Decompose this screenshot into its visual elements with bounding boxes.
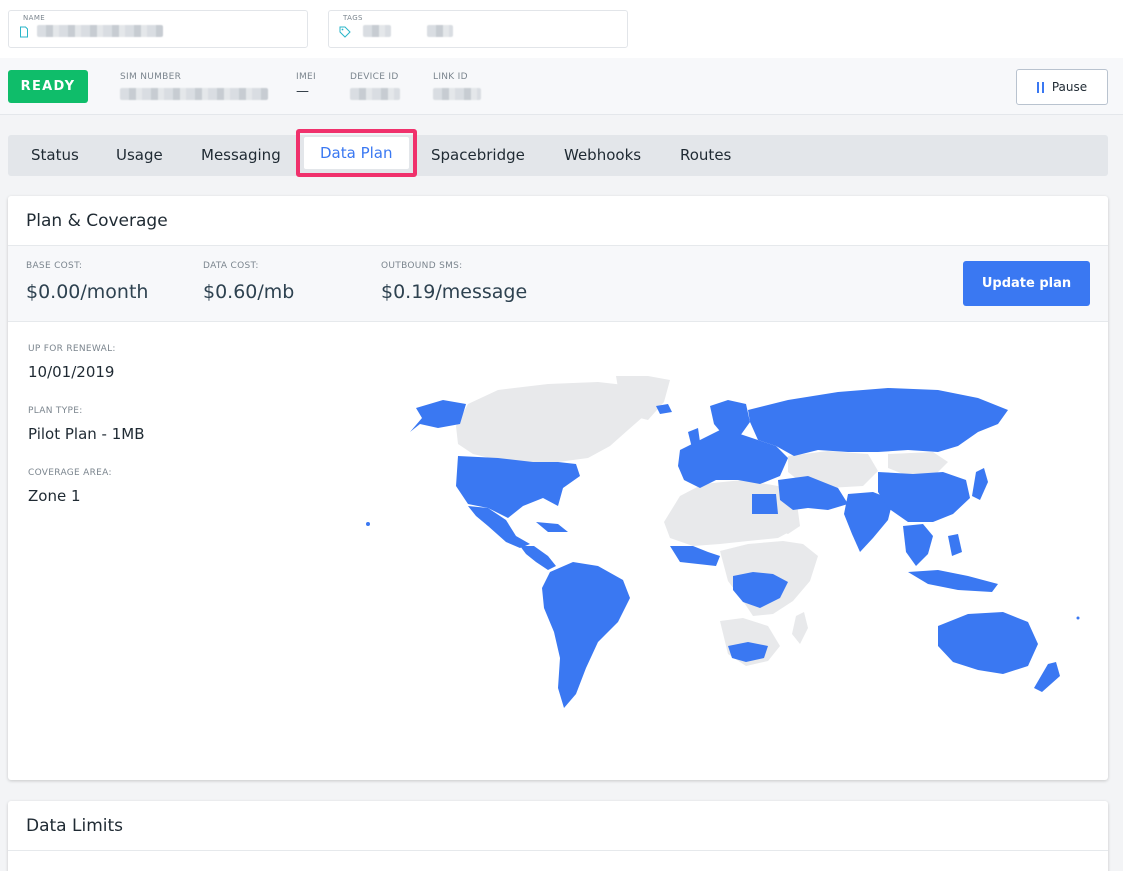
region-west-africa	[670, 546, 720, 566]
region-southeast-asia	[903, 524, 933, 566]
region-china	[878, 472, 970, 522]
coverage-area-label: COVERAGE AREA:	[28, 468, 112, 478]
outbound-sms-value: $0.19/message	[381, 281, 528, 303]
link-id-redacted	[433, 88, 481, 100]
base-cost-label: BASE COST:	[26, 261, 83, 271]
imei: IMEI —	[296, 72, 316, 99]
region-madagascar	[792, 612, 808, 644]
pause-button[interactable]: Pause	[1016, 69, 1108, 105]
outbound-sms-label: OUTBOUND SMS:	[381, 261, 463, 271]
device-status-bar: READY SIM NUMBER IMEI — DEVICE ID LINK I…	[0, 58, 1123, 115]
tab-usage[interactable]: Usage	[116, 135, 163, 176]
region-caribbean-cuba	[536, 522, 568, 532]
region-australia	[938, 612, 1038, 674]
plan-coverage-title: Plan & Coverage	[8, 196, 1108, 246]
region-japan	[972, 468, 988, 500]
region-new-zealand	[1034, 662, 1060, 692]
region-egypt	[752, 494, 778, 514]
name-field-label: NAME	[23, 14, 46, 22]
data-limits-card: Data Limits	[8, 801, 1108, 871]
renewal: UP FOR RENEWAL: 10/01/2019	[28, 344, 116, 381]
data-cost: DATA COST: $0.60/mb	[203, 261, 294, 303]
imei-value: —	[296, 84, 309, 99]
region-russia	[748, 388, 1008, 456]
base-cost: BASE COST: $0.00/month	[26, 261, 148, 303]
link-id: LINK ID	[433, 72, 481, 100]
renewal-value: 10/01/2019	[28, 363, 115, 381]
renewal-label: UP FOR RENEWAL:	[28, 344, 116, 354]
data-limits-title: Data Limits	[8, 801, 1108, 851]
top-fields: NAME TAGS	[0, 0, 1123, 58]
region-south-america	[542, 562, 630, 708]
tab-routes[interactable]: Routes	[680, 135, 731, 176]
device-id-redacted	[350, 88, 400, 100]
sim-number-redacted	[120, 88, 268, 100]
device-icon	[20, 26, 28, 38]
data-cost-value: $0.60/mb	[203, 281, 295, 303]
imei-label: IMEI	[296, 72, 316, 82]
tab-messaging[interactable]: Messaging	[201, 135, 281, 176]
tags-value-redacted	[363, 25, 391, 37]
plan-type: PLAN TYPE: Pilot Plan - 1MB	[28, 406, 145, 443]
sim-number: SIM NUMBER	[120, 72, 268, 100]
tag-icon	[339, 26, 351, 38]
sim-number-label: SIM NUMBER	[120, 72, 182, 82]
tab-data-plan[interactable]: Data Plan	[296, 129, 417, 177]
region-pacific-island	[1076, 616, 1080, 620]
outbound-sms: OUTBOUND SMS: $0.19/message	[381, 261, 527, 303]
tab-spacebridge[interactable]: Spacebridge	[431, 135, 525, 176]
coverage-world-map	[366, 376, 1080, 708]
plan-type-label: PLAN TYPE:	[28, 406, 83, 416]
name-value-redacted	[37, 25, 163, 37]
tags-value-redacted-2	[427, 25, 453, 37]
coverage-area-value: Zone 1	[28, 487, 81, 505]
plan-coverage-card: Plan & Coverage BASE COST: $0.00/month D…	[8, 196, 1108, 780]
tab-status[interactable]: Status	[31, 135, 79, 176]
pause-label: Pause	[1051, 80, 1088, 94]
plan-type-value: Pilot Plan - 1MB	[28, 425, 145, 443]
tab-data-plan-label: Data Plan	[304, 137, 409, 169]
status-badge: READY	[8, 70, 88, 103]
tags-field[interactable]: TAGS	[328, 10, 628, 48]
data-cost-label: DATA COST:	[203, 261, 259, 271]
coverage-area: COVERAGE AREA: Zone 1	[28, 468, 112, 505]
region-scandinavia	[710, 400, 750, 436]
base-cost-value: $0.00/month	[26, 281, 149, 303]
name-field[interactable]: NAME	[8, 10, 308, 48]
tab-bar: Status Usage Messaging Data Plan Spacebr…	[8, 129, 1108, 177]
region-hawaii	[366, 522, 370, 526]
cost-row: BASE COST: $0.00/month DATA COST: $0.60/…	[8, 246, 1108, 322]
update-plan-button[interactable]: Update plan	[963, 261, 1090, 306]
region-central-america	[520, 546, 556, 570]
region-indonesia	[908, 570, 998, 592]
link-id-label: LINK ID	[433, 72, 468, 82]
pause-icon	[1036, 81, 1044, 93]
tags-field-label: TAGS	[343, 14, 363, 22]
tab-webhooks[interactable]: Webhooks	[564, 135, 641, 176]
device-id-label: DEVICE ID	[350, 72, 399, 82]
region-philippines	[948, 534, 962, 556]
device-id: DEVICE ID	[350, 72, 400, 100]
